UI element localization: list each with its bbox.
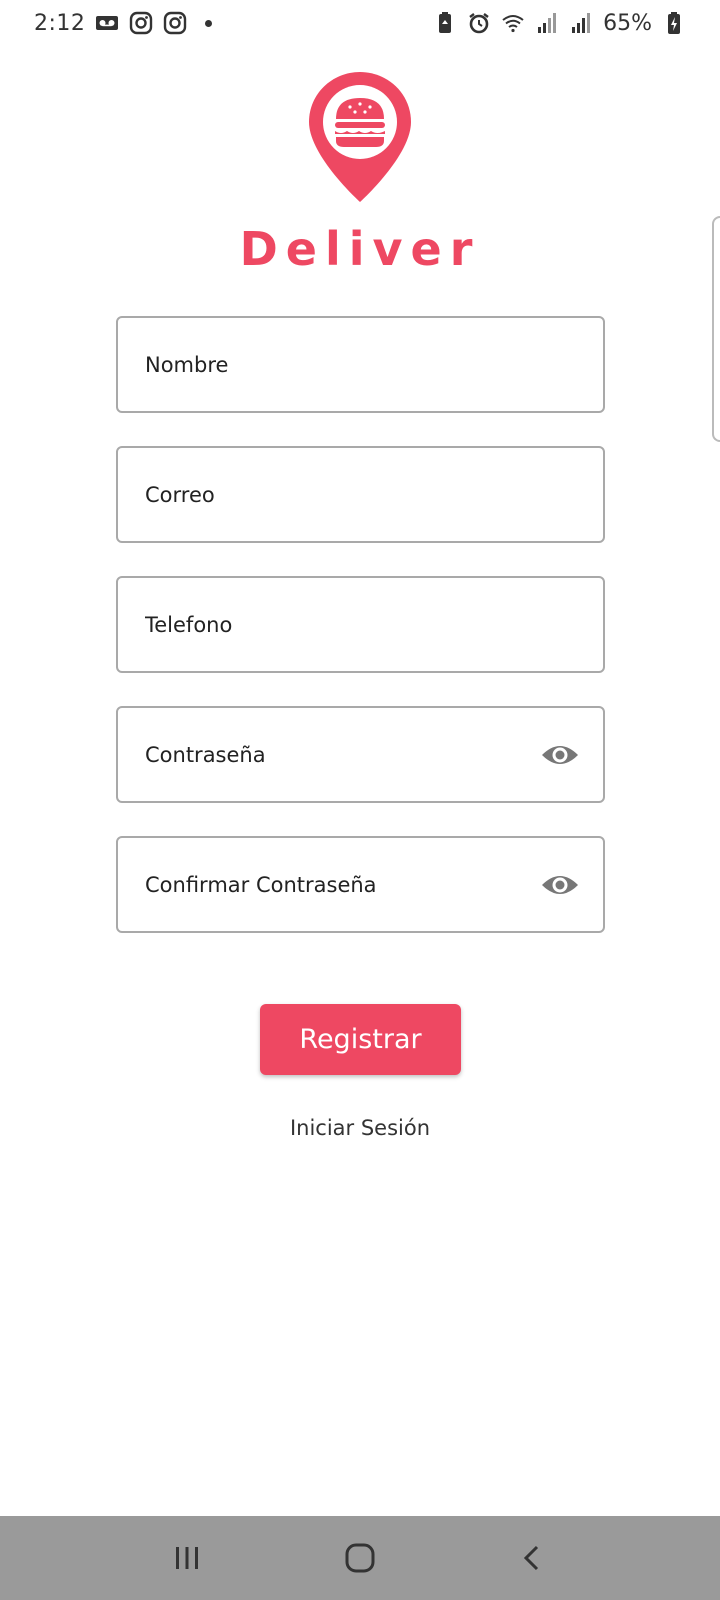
status-time: 2:12 [34,10,86,36]
recent-apps-icon [175,1547,198,1569]
instagram-icon [130,11,153,35]
confirm-password-input[interactable] [145,872,539,897]
battery-charging-icon [668,12,680,34]
register-button[interactable]: Registrar [260,1004,461,1075]
burger-location-pin-icon [309,72,411,202]
status-bar: 2:12 65% [0,0,720,46]
wifi-icon [502,15,524,33]
signal-icon [538,13,557,33]
nombre-field[interactable] [116,316,605,413]
alarm-icon [469,13,489,34]
back-button[interactable] [503,1528,563,1588]
instagram-icon [164,11,187,35]
voicemail-icon [96,16,119,30]
telefono-input[interactable] [145,612,581,637]
battery-saver-icon [439,12,452,33]
show-confirm-password-toggle[interactable] [539,864,581,906]
login-link[interactable]: Iniciar Sesión [0,1116,720,1140]
status-right: 65% [433,11,686,36]
signal-icon [572,13,591,33]
show-password-toggle[interactable] [539,734,581,776]
home-icon [345,1543,375,1573]
status-left: 2:12 [34,10,213,36]
telefono-field[interactable] [116,576,605,673]
correo-field[interactable] [116,446,605,543]
nombre-input[interactable] [145,352,581,377]
notification-dot-icon [205,19,213,27]
home-button[interactable] [330,1528,390,1588]
battery-percent: 65% [603,10,652,36]
confirm-password-field[interactable] [116,836,605,933]
eye-icon [542,745,578,764]
correo-input[interactable] [145,482,581,507]
brand-title: Deliver [239,222,481,276]
back-icon [524,1545,539,1571]
recent-apps-button[interactable] [157,1528,217,1588]
register-screen: 2:12 65% Deliver Nombre Correo Telefono … [0,0,720,1600]
password-input[interactable] [145,742,539,767]
password-field[interactable] [116,706,605,803]
eye-icon [542,875,578,894]
navigation-bar [0,1516,720,1600]
